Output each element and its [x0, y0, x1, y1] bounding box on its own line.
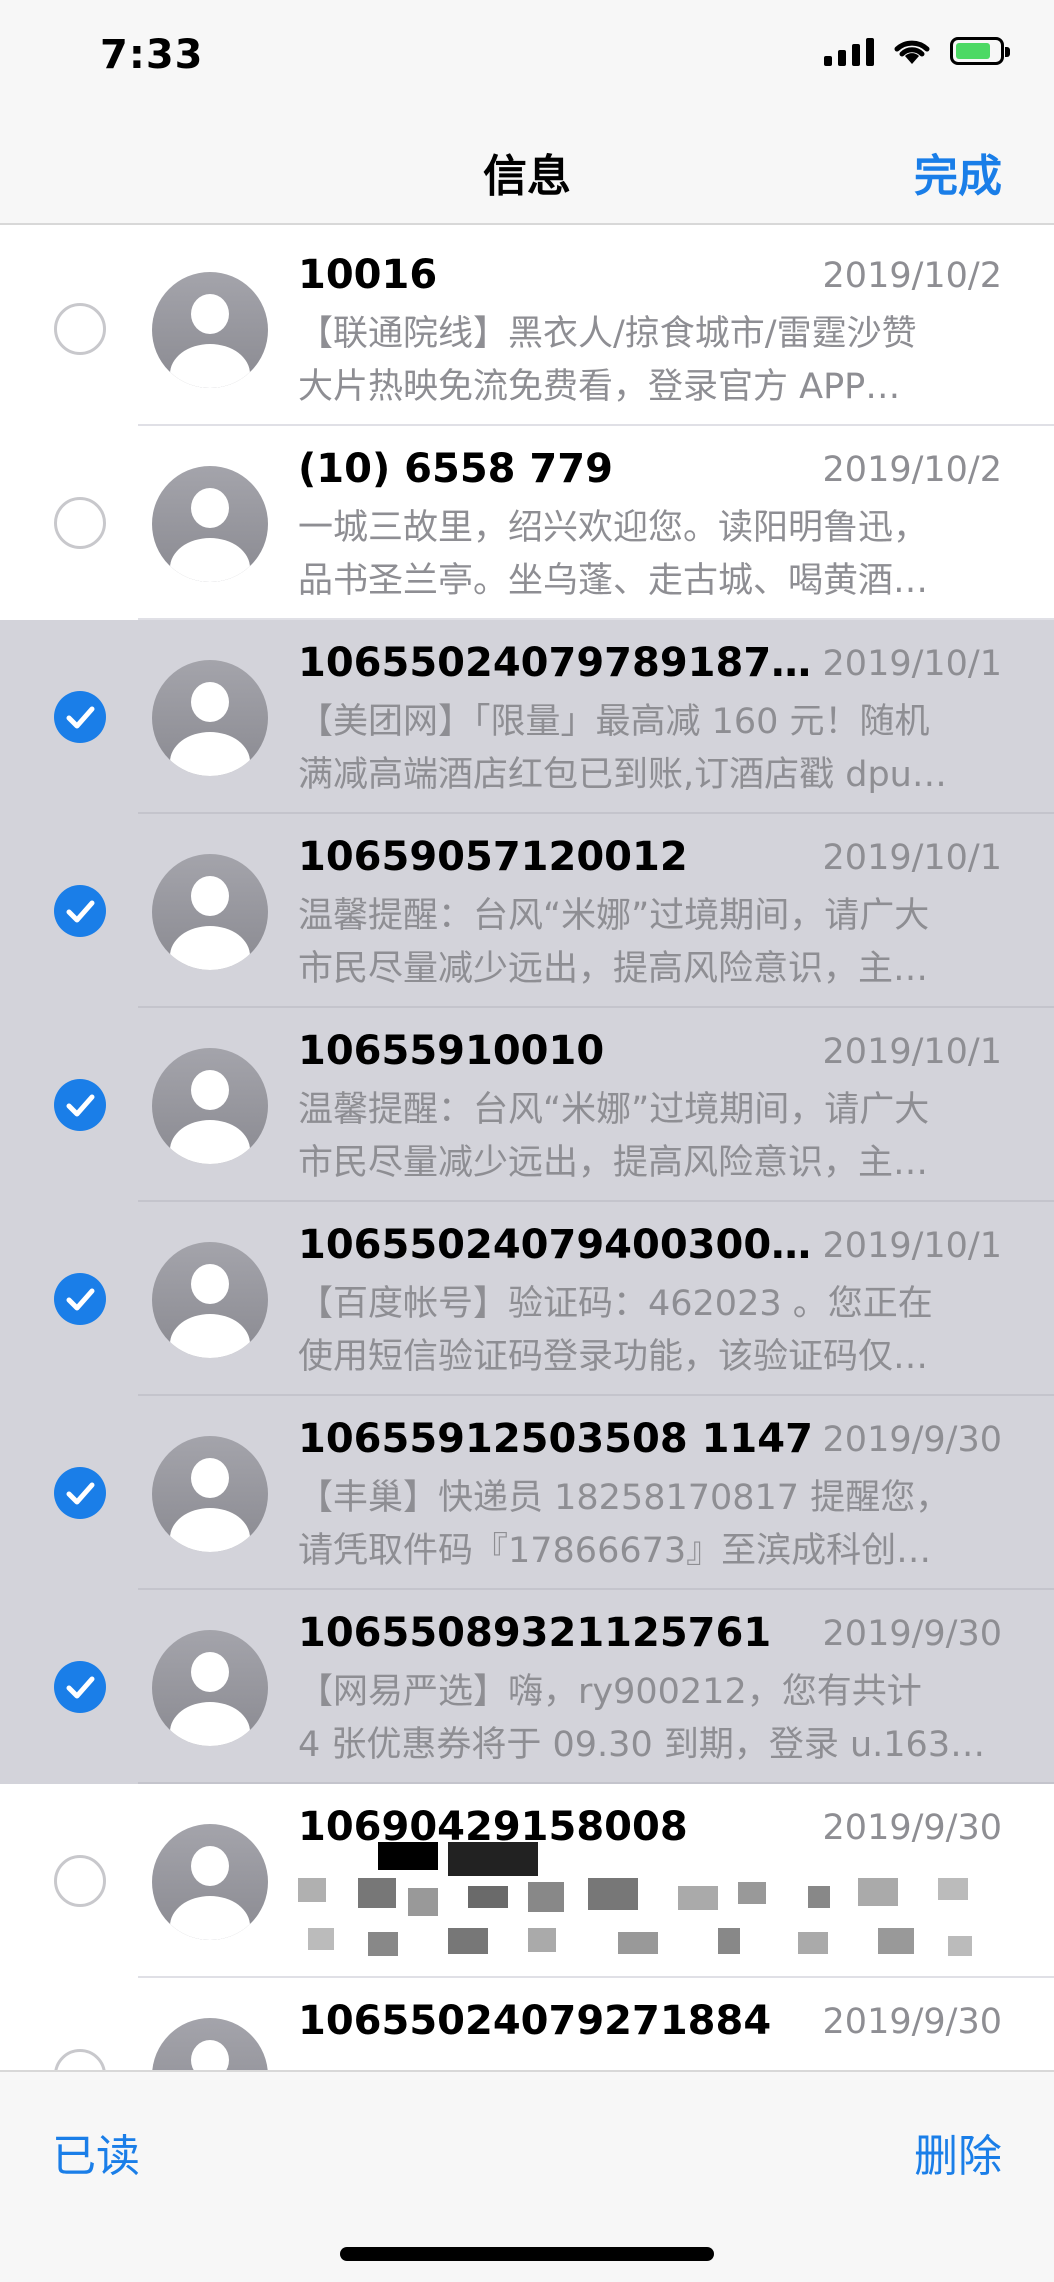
message-sender: 10659057120012 — [298, 834, 688, 880]
message-sender: 10655912503508 1147 — [298, 1416, 813, 1462]
message-preview-line: 温馨提醒：台风“米娜”过境期间，请广大 — [298, 896, 930, 936]
message-row[interactable]: 10690429158008 2019/9/30 — [0, 1784, 1054, 1978]
wifi-icon — [894, 40, 930, 64]
message-preview: 【网易严选】嗨，ry900212，您有共计 4 张优惠券将于 09.30 到期，… — [298, 1666, 1002, 1772]
message-preview: 【丰巢】快递员 18258170817 提醒您， 请凭取件码『17866673』… — [298, 1472, 1002, 1578]
message-date: 2019/9/30 — [822, 1614, 1002, 1654]
avatar-icon — [152, 1048, 268, 1164]
message-row[interactable]: 106550240794003000… 2019/10/1 【百度帐号】验证码：… — [0, 1202, 1054, 1396]
message-sender: 10655024079271884 — [298, 1998, 772, 2044]
message-sender: 10655910010 — [298, 1028, 605, 1074]
message-date: 2019/10/1 — [822, 1226, 1002, 1266]
message-date: 2019/10/1 — [822, 838, 1002, 878]
home-indicator[interactable] — [340, 2247, 714, 2261]
checkmark-icon[interactable] — [54, 1273, 106, 1325]
avatar-icon — [152, 854, 268, 970]
message-row[interactable]: 10016 2019/10/2 【联通院线】黑衣人/掠食城市/雷霆沙赞 大片热映… — [0, 232, 1054, 426]
message-preview: 【联通院线】黑衣人/掠食城市/雷霆沙赞 大片热映免流免费看，登录官方 APP… — [298, 308, 1002, 414]
message-preview-line: 【网易严选】嗨，ry900212，您有共计 — [298, 1672, 922, 1712]
avatar-icon — [152, 466, 268, 582]
battery-icon — [950, 37, 1010, 65]
message-row[interactable]: 10655910010 2019/10/1 温馨提醒：台风“米娜”过境期间，请广… — [0, 1008, 1054, 1202]
avatar-icon — [152, 272, 268, 388]
delete-button[interactable]: 删除 — [914, 2120, 1002, 2184]
checkmark-icon[interactable] — [54, 691, 106, 743]
message-sender: 10016 — [298, 252, 438, 298]
avatar-icon — [152, 1242, 268, 1358]
message-row[interactable]: 10659057120012 2019/10/1 温馨提醒：台风“米娜”过境期间… — [0, 814, 1054, 1008]
message-preview-line: 市民尽量减少远出，提高风险意识，主… — [298, 949, 929, 989]
message-sender: 106550240794003000… — [298, 1222, 818, 1268]
mark-read-button[interactable]: 已读 — [52, 2120, 140, 2184]
message-preview-line: 【丰巢】快递员 18258170817 提醒您， — [298, 1478, 951, 1518]
message-preview: 温馨提醒：台风“米娜”过境期间，请广大 市民尽量减少远出，提高风险意识，主… — [298, 1084, 1002, 1190]
message-preview-line: 市民尽量减少远出，提高风险意识，主… — [298, 1143, 929, 1183]
select-circle-icon[interactable] — [54, 303, 106, 355]
pixelated-redaction — [298, 1842, 998, 1972]
avatar-icon — [152, 660, 268, 776]
message-preview-line: 请凭取件码『17866673』至滨成科创… — [298, 1531, 932, 1571]
message-date: 2019/10/2 — [822, 450, 1002, 490]
select-circle-icon[interactable] — [54, 1855, 106, 1907]
message-preview: 温馨提醒：台风“米娜”过境期间，请广大 市民尽量减少远出，提高风险意识，主… — [298, 890, 1002, 996]
nav-bar: 信息 完成 — [0, 115, 1054, 225]
select-circle-icon[interactable] — [54, 497, 106, 549]
message-preview-line: 【联通院线】黑衣人/掠食城市/雷霆沙赞 — [298, 314, 917, 354]
checkmark-icon[interactable] — [54, 1079, 106, 1131]
message-preview-line: 大片热映免流免费看，登录官方 APP… — [298, 367, 901, 407]
message-sender: 10655024079789187162 — [298, 640, 818, 686]
message-preview: 【百度帐号】验证码：462023 。您正在 使用短信验证码登录功能，该验证码仅… — [298, 1278, 1002, 1384]
message-date: 2019/9/30 — [822, 2002, 1002, 2042]
status-bar: 7:33 — [0, 0, 1054, 115]
avatar-icon — [152, 1630, 268, 1746]
message-date: 2019/9/30 — [822, 1420, 1002, 1460]
message-row[interactable]: 10655024079789187162 2019/10/1 【美团网】「限量」… — [0, 620, 1054, 814]
checkmark-icon[interactable] — [54, 1467, 106, 1519]
message-preview-line: 【百度帐号】验证码：462023 。您正在 — [298, 1284, 933, 1324]
message-sender: (10) 6558 779 — [298, 446, 613, 492]
status-time: 7:33 — [100, 32, 204, 78]
message-row[interactable]: 10655912503508 1147 2019/9/30 【丰巢】快递员 18… — [0, 1396, 1054, 1590]
message-preview-line: 品书圣兰亭。坐乌蓬、走古城、喝黄酒… — [298, 561, 929, 601]
message-preview-line: 【美团网】「限量」最高减 160 元！随机 — [298, 702, 930, 742]
avatar-icon — [152, 1436, 268, 1552]
page-title: 信息 — [483, 151, 571, 202]
bottom-toolbar: 已读 删除 — [0, 2070, 1054, 2282]
message-row[interactable]: (10) 6558 779 2019/10/2 一城三故里，绍兴欢迎您。读阳明鲁… — [0, 426, 1054, 620]
message-date: 2019/10/2 — [822, 256, 1002, 296]
message-preview-line: 满减高端酒店红包已到账,订酒店戳 dpu… — [298, 755, 947, 795]
checkmark-icon[interactable] — [54, 1661, 106, 1713]
message-preview-line: 温馨提醒：台风“米娜”过境期间，请广大 — [298, 1090, 930, 1130]
avatar-icon — [152, 1824, 268, 1940]
cellular-signal-icon — [824, 36, 874, 66]
message-preview: 【美团网】「限量」最高减 160 元！随机 满减高端酒店红包已到账,订酒店戳 d… — [298, 696, 1002, 802]
message-row[interactable]: 10655089321125761 2019/9/30 【网易严选】嗨，ry90… — [0, 1590, 1054, 1784]
message-list: 10016 2019/10/2 【联通院线】黑衣人/掠食城市/雷霆沙赞 大片热映… — [0, 232, 1054, 2172]
message-date: 2019/10/1 — [822, 644, 1002, 684]
message-preview-line: 使用短信验证码登录功能，该验证码仅… — [298, 1337, 929, 1377]
message-preview-line: 4 张优惠券将于 09.30 到期，登录 u.163… — [298, 1725, 986, 1765]
message-date: 2019/10/1 — [822, 1032, 1002, 1072]
done-button[interactable]: 完成 — [914, 140, 1002, 204]
checkmark-icon[interactable] — [54, 885, 106, 937]
status-icons — [824, 36, 1010, 66]
message-preview-line: 一城三故里，绍兴欢迎您。读阳明鲁迅， — [298, 508, 929, 548]
message-preview: 一城三故里，绍兴欢迎您。读阳明鲁迅， 品书圣兰亭。坐乌蓬、走古城、喝黄酒… — [298, 502, 1002, 608]
message-sender: 10655089321125761 — [298, 1610, 772, 1656]
